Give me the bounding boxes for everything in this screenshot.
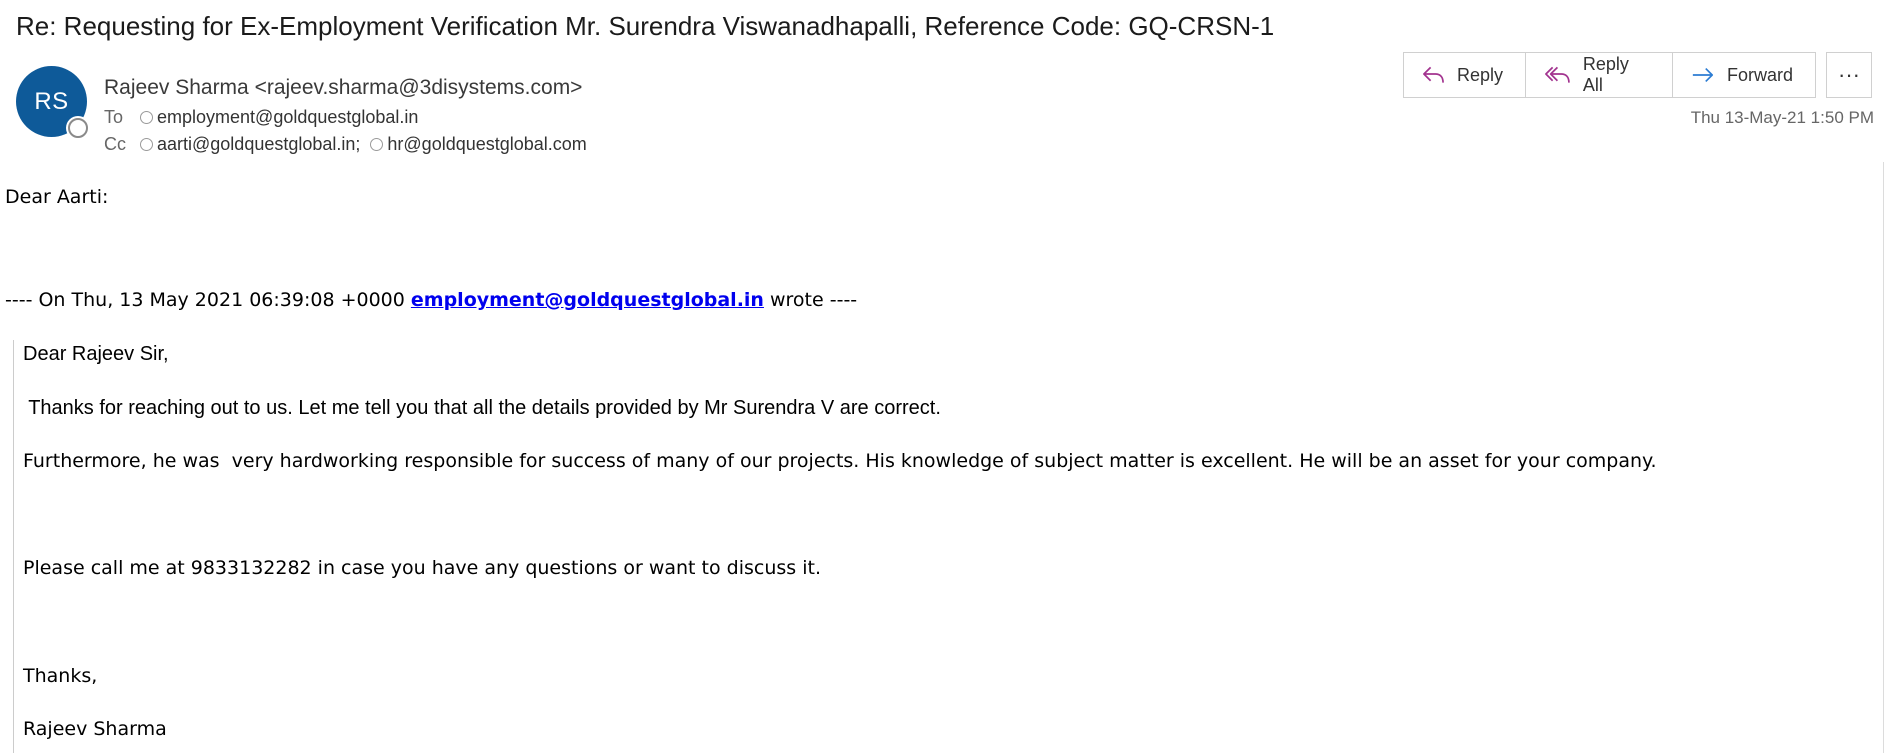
quoted-closing: Thanks,	[23, 665, 98, 687]
quote-bar	[13, 340, 14, 753]
more-actions-button[interactable]: ···	[1826, 52, 1872, 98]
quoted-line: Furthermore, he was very hardworking res…	[23, 450, 1657, 472]
reply-all-label: Reply All	[1582, 54, 1629, 95]
sender-name[interactable]: Rajeev Sharma <rajeev.sharma@3disystems.…	[104, 76, 582, 100]
presence-icon	[140, 138, 153, 151]
email-subject: Re: Requesting for Ex-Employment Verific…	[16, 11, 1275, 41]
to-label: To	[104, 107, 124, 127]
forward-label: Forward	[1726, 64, 1793, 85]
quoted-line: Thanks for reaching out to us. Let me te…	[23, 397, 941, 419]
cc-recipient[interactable]: aarti@goldquestglobal.in;	[157, 134, 360, 155]
quoted-greeting: Dear Rajeev Sir,	[23, 343, 169, 365]
reply-label: Reply	[1456, 64, 1503, 85]
message-timestamp: Thu 13-May-21 1:50 PM	[1690, 108, 1874, 127]
cc-label: Cc	[104, 134, 126, 154]
quote-header-suffix: wrote ----	[763, 289, 858, 311]
avatar-initials: RS	[34, 87, 69, 115]
message-actions: Reply Reply All Forward	[1403, 52, 1816, 98]
presence-icon	[68, 118, 88, 138]
body-greeting: Dear Aarti:	[5, 186, 109, 208]
cc-row: Cc aarti@goldquestglobal.in; hr@goldques…	[104, 134, 587, 155]
quoted-signature: Rajeev Sharma	[23, 718, 167, 740]
presence-icon	[370, 138, 384, 151]
forward-icon	[1692, 67, 1714, 83]
quote-sender-link[interactable]: employment@goldquestglobal.in	[411, 289, 764, 311]
more-icon: ···	[1838, 62, 1860, 87]
cc-recipient[interactable]: hr@goldquestglobal.com	[387, 134, 586, 155]
to-row: To employment@goldquestglobal.in	[104, 107, 418, 128]
reply-button[interactable]: Reply	[1404, 53, 1526, 97]
forward-button[interactable]: Forward	[1673, 53, 1815, 97]
to-recipient[interactable]: employment@goldquestglobal.in	[157, 107, 418, 128]
reply-icon	[1423, 66, 1444, 83]
quote-header: ---- On Thu, 13 May 2021 06:39:08 +0000 …	[5, 289, 857, 311]
presence-icon	[140, 111, 153, 124]
reply-all-button[interactable]: Reply All	[1526, 53, 1673, 97]
quoted-line: Please call me at 9833132282 in case you…	[23, 557, 821, 579]
quote-header-prefix: ---- On Thu, 13 May 2021 06:39:08 +0000	[5, 289, 411, 311]
reply-all-icon	[1545, 66, 1570, 83]
